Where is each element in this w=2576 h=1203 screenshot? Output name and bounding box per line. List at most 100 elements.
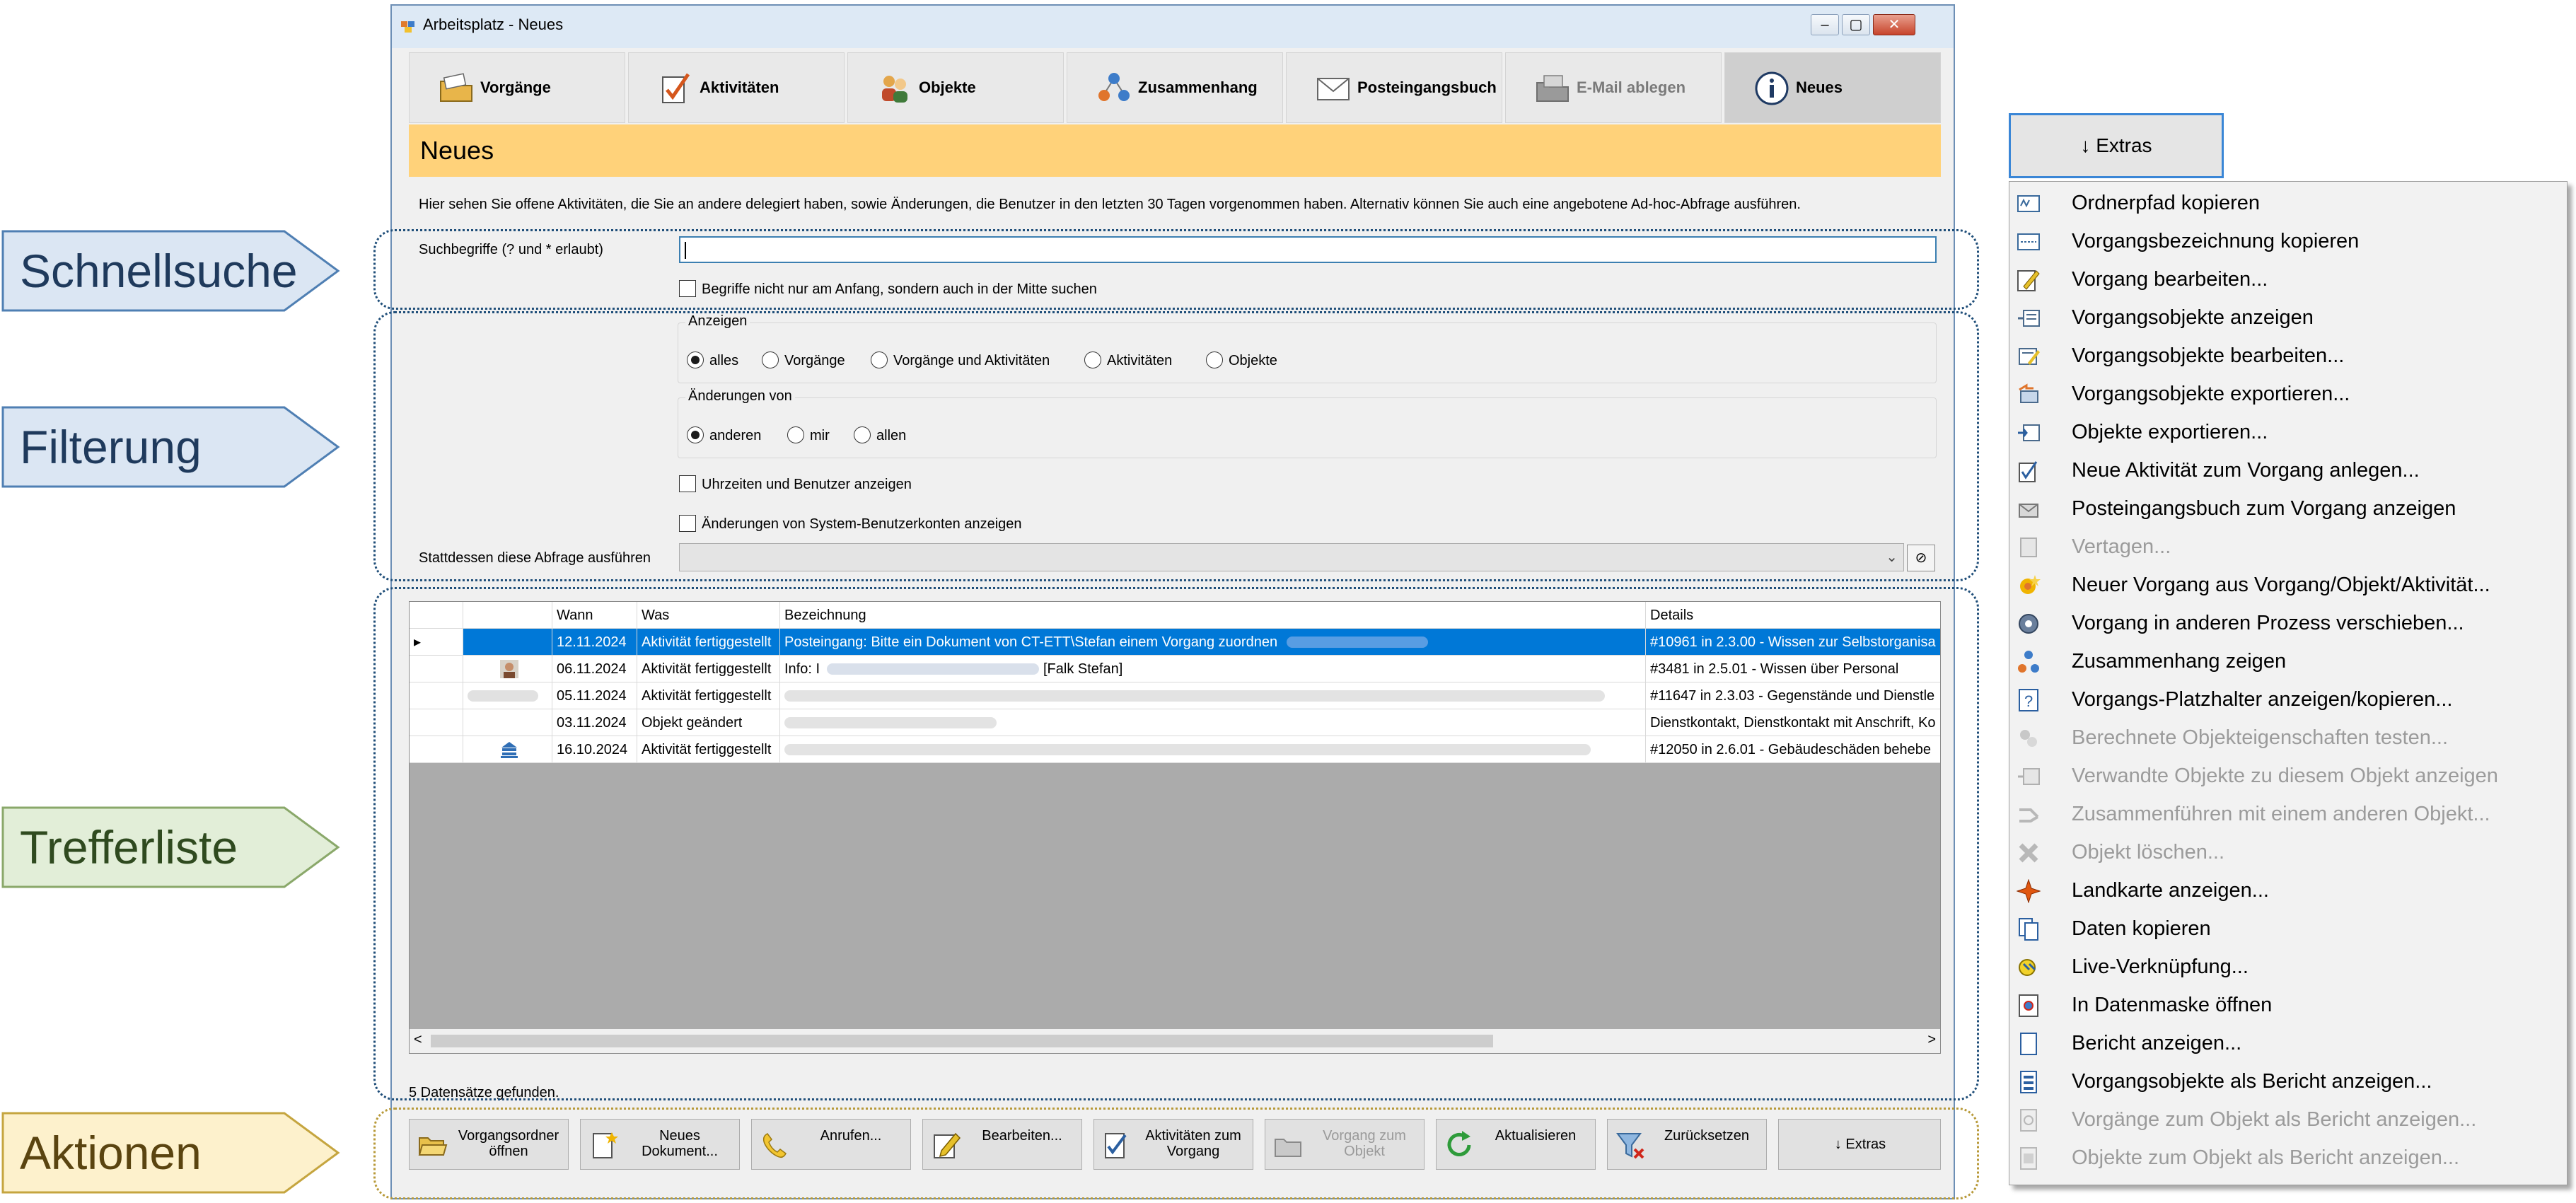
tab-neues[interactable]: Neues [1724, 52, 1941, 123]
menu-item-objekte-bericht[interactable]: Objekte zum Objekt als Bericht anzeigen.… [2009, 1139, 2567, 1178]
svg-text:?: ? [2024, 692, 2033, 710]
menu-item-vorgangsbezeichnung-kopieren[interactable]: Vorgangsbezeichnung kopieren [2009, 223, 2567, 261]
path-copy-icon [2017, 195, 2040, 212]
menu-item-neuer-vorgang[interactable]: Neuer Vorgang aus Vorgang/Objekt/Aktivit… [2009, 566, 2567, 605]
map-star-icon [2017, 879, 2041, 903]
menu-item-label: Bericht anzeigen... [2072, 1032, 2242, 1054]
callout-trefferliste: Trefferliste [1, 806, 341, 888]
menu-item-label: Daten kopieren [2072, 917, 2211, 940]
envelope-icon [1317, 78, 1350, 100]
tab-objekte[interactable]: Objekte [847, 52, 1064, 123]
aktionen-region [373, 1108, 1979, 1199]
menu-item-zusammenhang[interactable]: Zusammenhang zeigen [2009, 643, 2567, 681]
menu-item-vorgangsobjekte-bearbeiten[interactable]: Vorgangsobjekte bearbeiten... [2009, 337, 2567, 376]
callout-schnellsuche: Schnellsuche [1, 230, 341, 312]
menu-item-vorgangsobjekte-anzeigen[interactable]: Vorgangsobjekte anzeigen [2009, 299, 2567, 337]
menu-item-label: Vorgang in anderen Prozess verschieben..… [2072, 612, 2464, 634]
menu-item-platzhalter[interactable]: ? Vorgangs-Platzhalter anzeigen/kopieren… [2009, 681, 2567, 719]
delete-icon [2019, 843, 2038, 863]
menu-item-label: Vorgangsobjekte bearbeiten... [2072, 344, 2345, 367]
menu-item-label: Vorgangs-Platzhalter anzeigen/kopieren..… [2072, 688, 2453, 711]
menu-item-vorgang-bearbeiten[interactable]: Vorgang bearbeiten... [2009, 261, 2567, 299]
menu-item-vorgang-verschieben[interactable]: Vorgang in anderen Prozess verschieben..… [2009, 605, 2567, 643]
network-icon [1098, 73, 1130, 101]
minimize-button[interactable]: – [1811, 14, 1839, 35]
page-title-banner: Neues [409, 124, 1941, 177]
merge-icon [2019, 808, 2039, 823]
menu-item-neue-aktivitaet[interactable]: Neue Aktivität zum Vorgang anlegen... [2009, 452, 2567, 490]
menu-item-label: Vorgang bearbeiten... [2072, 268, 2268, 291]
menu-item-live-verknuepfung[interactable]: Live-Verknüpfung... [2009, 948, 2567, 987]
menu-item-landkarte[interactable]: Landkarte anzeigen... [2009, 872, 2567, 910]
checkmark-icon [662, 73, 690, 103]
menu-item-label: Vorgangsbezeichnung kopieren [2072, 230, 2360, 252]
menu-item-label: Neue Aktivität zum Vorgang anlegen... [2072, 459, 2420, 482]
callout-aktionen: Aktionen [1, 1112, 341, 1194]
menu-item-label: Objekte zum Objekt als Bericht anzeigen.… [2072, 1146, 2460, 1169]
menu-item-bericht[interactable]: Bericht anzeigen... [2009, 1025, 2567, 1063]
menu-item-posteingangsbuch[interactable]: Posteingangsbuch zum Vorgang anzeigen [2009, 490, 2567, 528]
menu-item-label: Ordnerpfad kopieren [2072, 192, 2260, 214]
tab-label: Posteingangsbuch [1357, 79, 1497, 96]
menu-item-label: Vorgänge zum Objekt als Bericht anzeigen… [2072, 1108, 2477, 1131]
list-icon [2018, 310, 2040, 327]
calc-icon [2020, 730, 2037, 747]
menu-item-label: Vorgangsobjekte anzeigen [2072, 306, 2314, 329]
form-icon [2019, 994, 2038, 1017]
info-icon [1755, 71, 1789, 105]
people-icon [882, 76, 907, 103]
network-icon [2018, 651, 2039, 673]
callout-label: Trefferliste [20, 821, 238, 873]
tab-aktivitaeten[interactable]: Aktivitäten [628, 52, 845, 123]
callout-label: Filterung [20, 421, 202, 473]
maximize-button[interactable]: ▢ [1842, 14, 1870, 35]
report-list-icon [2020, 1071, 2037, 1093]
menu-item-label: Verwandte Objekte zu diesem Objekt anzei… [2072, 765, 2498, 787]
extras-dropdown-button[interactable]: ↓ Extras [2009, 113, 2224, 178]
new-case-icon [2020, 575, 2041, 594]
tab-label: Objekte [919, 79, 976, 96]
tab-zusammenhang[interactable]: Zusammenhang [1067, 52, 1283, 123]
menu-item-label: Neuer Vorgang aus Vorgang/Objekt/Aktivit… [2072, 574, 2490, 596]
tab-label: E-Mail ablegen [1577, 79, 1686, 96]
pencil-icon [2017, 270, 2040, 291]
menu-item-zusammenfuehren[interactable]: Zusammenführen mit einem anderen Objekt.… [2009, 796, 2567, 834]
main-tabs: Vorgänge Aktivitäten Objekte Zusammenhan… [409, 52, 1941, 123]
menu-item-vorgangsobjekte-exportieren[interactable]: Vorgangsobjekte exportieren... [2009, 376, 2567, 414]
mail-folder-icon [1536, 75, 1569, 102]
menu-item-label: Live-Verknüpfung... [2072, 955, 2249, 978]
report-object-icon [2020, 1147, 2037, 1170]
menu-item-vorgangsobjekte-bericht[interactable]: Vorgangsobjekte als Bericht anzeigen... [2009, 1063, 2567, 1101]
postpone-icon [2020, 537, 2037, 557]
report-icon [2020, 1033, 2037, 1055]
menu-item-objekt-loeschen[interactable]: Objekt löschen... [2009, 834, 2567, 872]
tab-email-ablegen[interactable]: E-Mail ablegen [1505, 52, 1722, 123]
menu-item-daten-kopieren[interactable]: Daten kopieren [2009, 910, 2567, 948]
app-icon [401, 21, 414, 33]
tab-vorgaenge[interactable]: Vorgänge [409, 52, 625, 123]
title-bar[interactable]: Arbeitsplatz - Neues – ▢ ✕ [392, 6, 1954, 48]
inbox-icon [2019, 504, 2038, 518]
menu-item-vorgaenge-bericht[interactable]: Vorgänge zum Objekt als Bericht anzeigen… [2009, 1101, 2567, 1139]
close-button[interactable]: ✕ [1873, 14, 1915, 35]
menu-item-label: Zusammenhang zeigen [2072, 650, 2287, 673]
menu-item-verwandte-objekte[interactable]: Verwandte Objekte zu diesem Objekt anzei… [2009, 757, 2567, 796]
live-link-icon [2019, 959, 2036, 976]
menu-item-label: Vorgangsobjekte exportieren... [2072, 383, 2350, 405]
menu-item-vertagen[interactable]: Vertagen... [2009, 528, 2567, 566]
report-case-icon [2020, 1109, 2037, 1132]
menu-item-ordnerpfad-kopieren[interactable]: Ordnerpfad kopieren [2009, 185, 2567, 223]
page-title: Neues [420, 136, 494, 165]
callout-filterung: Filterung [1, 406, 341, 488]
tab-label: Vorgänge [480, 79, 551, 96]
menu-item-objekte-exportieren[interactable]: Objekte exportieren... [2009, 414, 2567, 452]
schnellsuche-region [373, 229, 1979, 310]
folder-icon [440, 73, 472, 102]
menu-item-label: Vorgangsobjekte als Bericht anzeigen... [2072, 1070, 2432, 1093]
trefferliste-region [373, 587, 1979, 1100]
menu-item-datenmaske[interactable]: In Datenmaske öffnen [2009, 987, 2567, 1025]
tab-posteingangsbuch[interactable]: Posteingangsbuch [1286, 52, 1502, 123]
callout-label: Schnellsuche [20, 245, 298, 297]
menu-item-berechnete-eigenschaften[interactable]: Berechnete Objekteigenschaften testen... [2009, 719, 2567, 757]
copy-icon [2019, 918, 2038, 941]
